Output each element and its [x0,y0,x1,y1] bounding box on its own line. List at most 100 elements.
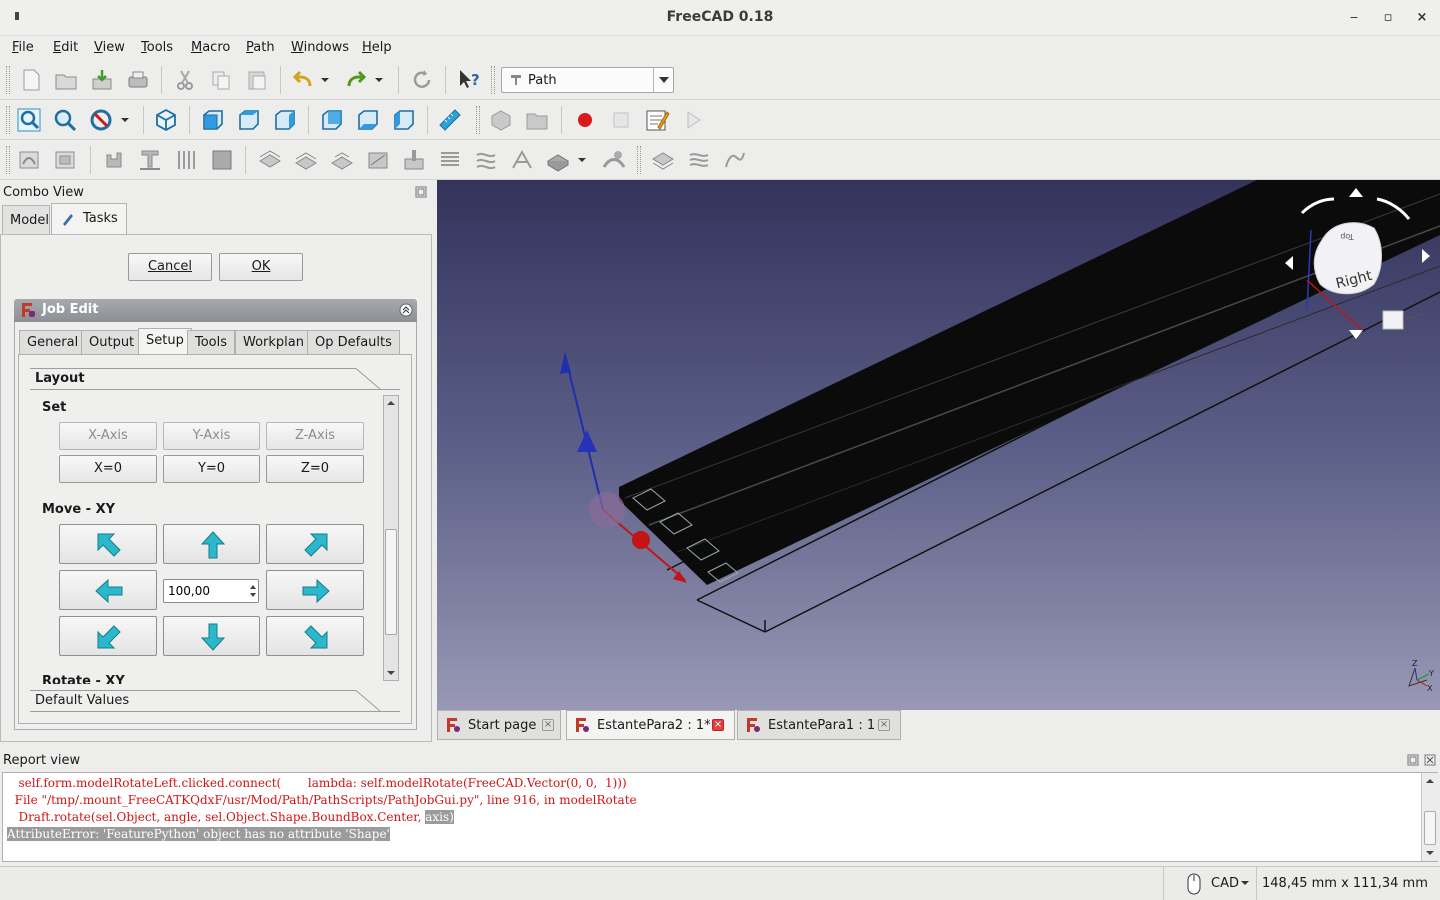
copy-icon[interactable] [208,67,234,93]
path-toolchange-icon[interactable] [137,147,163,173]
tab-workplan[interactable]: Workplan [235,330,312,355]
path-pocket-icon[interactable] [365,147,391,173]
save-icon[interactable] [89,67,115,93]
rear-view-icon[interactable] [319,107,345,133]
close-tab-icon[interactable]: × [542,719,554,731]
bottom-view-icon[interactable] [355,107,381,133]
tab-output[interactable]: Output [81,330,143,355]
top-view-icon[interactable] [236,107,262,133]
paste-icon[interactable] [244,67,270,93]
close-panel-icon[interactable] [1424,754,1436,766]
menu-view[interactable]: View [94,40,125,55]
path-profile-edges-icon[interactable] [329,147,355,173]
menu-edit[interactable]: Edit [53,40,78,55]
path-array-icon[interactable] [686,147,712,173]
close-window-button[interactable]: × [1412,8,1432,28]
move-down-right-button[interactable] [266,616,364,656]
path-fixture-icon[interactable] [101,147,127,173]
cancel-button[interactable]: Cancel [128,253,212,281]
menu-file[interactable]: File [12,40,34,55]
close-tab-icon[interactable]: × [712,719,724,731]
measure-distance-icon[interactable] [437,107,463,133]
redo-icon[interactable] [343,67,369,93]
path-face-icon[interactable] [437,147,463,173]
menu-macro[interactable]: Macro [191,40,230,55]
z-zero-button[interactable]: Z=0 [266,455,364,483]
new-file-icon[interactable] [18,67,44,93]
z-axis-button[interactable]: Z-Axis [266,422,364,450]
move-up-button[interactable] [163,524,260,564]
path-3d-ops-icon[interactable] [545,147,571,173]
minimize-button[interactable]: ‒ [1344,8,1364,28]
job-edit-header[interactable]: Job Edit [14,299,417,322]
undo-dropdown-icon[interactable] [318,67,332,93]
menu-tools[interactable]: Tools [141,40,173,55]
spin-arrows-icon[interactable] [248,581,258,601]
path-helix-icon[interactable] [473,147,499,173]
ok-button[interactable]: OK [219,253,303,281]
workbench-selector[interactable]: Path [501,67,674,93]
navcube-top-label[interactable]: Top [1340,232,1355,241]
redo-dropdown-icon[interactable] [372,67,386,93]
scroll-up-icon[interactable] [1425,776,1435,786]
doc-tab-start-page[interactable]: Start page × [437,710,561,740]
menu-path[interactable]: Path [246,40,275,55]
move-down-button[interactable] [163,616,260,656]
tab-op-defaults[interactable]: Op Defaults [307,330,400,355]
tab-tools[interactable]: Tools [187,330,236,355]
path-simple-copy-icon[interactable] [722,147,748,173]
navigation-style-selector[interactable]: CAD [1185,872,1265,896]
path-profile-faces-icon[interactable] [293,147,319,173]
move-step-input[interactable] [166,582,246,600]
move-step-spinbox[interactable] [163,579,259,603]
open-file-icon[interactable] [53,67,79,93]
doc-tab-estantepara2[interactable]: EstantePara2 : 1* × [566,710,735,740]
macro-edit-icon[interactable] [644,107,670,133]
move-left-button[interactable] [59,570,157,610]
chevron-down-icon[interactable] [653,68,673,92]
move-down-left-button[interactable] [59,616,157,656]
scroll-down-icon[interactable] [386,668,396,678]
layout-toolbox-header[interactable]: Layout [30,368,400,390]
move-up-right-button[interactable] [266,524,364,564]
close-tab-icon[interactable]: × [878,719,890,731]
scroll-up-icon[interactable] [386,398,396,408]
path-3d-ops-dropdown-icon[interactable] [575,147,589,173]
isometric-view-icon[interactable] [153,107,179,133]
tab-tasks[interactable]: Tasks [51,203,127,235]
tab-general[interactable]: General [19,330,87,355]
macro-record-icon[interactable] [572,107,598,133]
whats-this-icon[interactable]: ? [456,67,482,93]
cut-icon[interactable] [172,67,198,93]
fit-selection-icon[interactable] [52,107,78,133]
x-axis-button[interactable]: X-Axis [59,422,157,450]
maximize-button[interactable]: ▫ [1378,8,1398,28]
undo-icon[interactable] [290,67,316,93]
scroll-down-icon[interactable] [1425,848,1435,858]
draw-style-icon[interactable] [88,107,114,133]
path-dressup-icon[interactable] [601,147,627,173]
macro-stop-icon[interactable] [608,107,634,133]
default-values-toolbox-header[interactable]: Default Values [30,690,400,712]
fit-all-icon[interactable] [16,107,42,133]
collapse-icon[interactable] [399,303,413,317]
refresh-icon[interactable] [409,67,435,93]
move-up-left-button[interactable] [59,524,157,564]
3d-view[interactable]: Right Top Z Y X [437,180,1440,710]
path-copy-icon[interactable] [650,147,676,173]
front-view-icon[interactable] [200,107,226,133]
y-axis-button[interactable]: Y-Axis [163,422,260,450]
report-scrollbar[interactable] [1421,773,1438,861]
macro-run-icon[interactable] [680,107,706,133]
y-zero-button[interactable]: Y=0 [163,455,260,483]
menu-help[interactable]: Help [362,40,392,55]
path-job-icon[interactable] [16,147,42,173]
create-part-icon[interactable] [488,107,514,133]
report-view-output[interactable]: self.form.modelRotateLeft.clicked.connec… [2,772,1438,862]
setup-scrollbar[interactable] [383,395,399,681]
create-group-icon[interactable] [524,107,550,133]
scroll-thumb[interactable] [1424,811,1436,845]
doc-tab-estantepara1[interactable]: EstantePara1 : 1 × [737,710,901,740]
x-zero-button[interactable]: X=0 [59,455,157,483]
print-icon[interactable] [125,67,151,93]
